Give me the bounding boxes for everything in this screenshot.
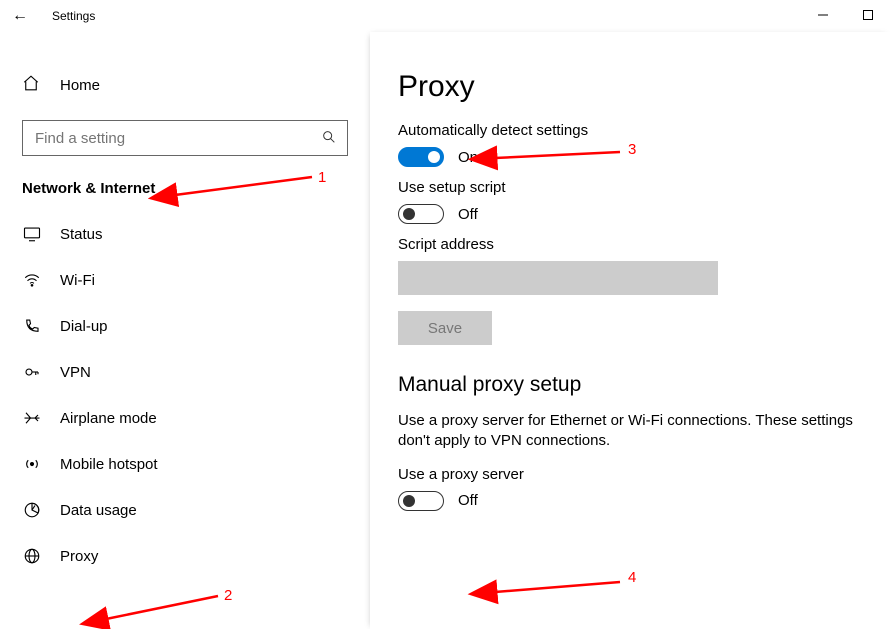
sidebar-item-label: Status bbox=[60, 226, 103, 243]
phone-icon bbox=[22, 317, 42, 335]
search-box[interactable] bbox=[22, 120, 348, 156]
window-controls bbox=[800, 0, 890, 30]
script-address-label: Script address bbox=[398, 236, 862, 253]
globe-icon bbox=[22, 547, 42, 565]
maximize-button[interactable] bbox=[845, 0, 890, 30]
sidebar-item-label: Proxy bbox=[60, 548, 98, 565]
gauge-icon bbox=[22, 501, 42, 519]
home-icon bbox=[22, 74, 42, 97]
manual-heading: Manual proxy setup bbox=[398, 373, 862, 397]
home-link[interactable]: Home bbox=[0, 64, 370, 106]
sidebar-item-dialup[interactable]: Dial-up bbox=[0, 303, 370, 349]
wifi-icon bbox=[22, 271, 42, 289]
use-proxy-label: Use a proxy server bbox=[398, 466, 862, 483]
save-button[interactable]: Save bbox=[398, 311, 492, 345]
sidebar-item-datausage[interactable]: Data usage bbox=[0, 487, 370, 533]
content-pane: Proxy Automatically detect settings On U… bbox=[370, 32, 890, 629]
setup-script-toggle[interactable] bbox=[398, 204, 444, 224]
home-label: Home bbox=[60, 77, 100, 94]
search-icon bbox=[321, 129, 337, 148]
manual-description: Use a proxy server for Ethernet or Wi-Fi… bbox=[398, 411, 862, 452]
use-proxy-toggle[interactable] bbox=[398, 491, 444, 511]
sidebar-item-label: Wi-Fi bbox=[60, 272, 95, 289]
minimize-button[interactable] bbox=[800, 0, 845, 30]
airplane-icon bbox=[22, 409, 42, 427]
sidebar-item-status[interactable]: Status bbox=[0, 211, 370, 257]
sidebar-item-label: VPN bbox=[60, 364, 91, 381]
category-heading: Network & Internet bbox=[0, 174, 370, 211]
script-address-input[interactable] bbox=[398, 261, 718, 295]
sidebar-item-vpn[interactable]: VPN bbox=[0, 349, 370, 395]
back-button[interactable]: ← bbox=[4, 0, 36, 32]
window-title: Settings bbox=[52, 9, 95, 23]
lock-icon bbox=[22, 363, 42, 381]
sidebar-item-hotspot[interactable]: Mobile hotspot bbox=[0, 441, 370, 487]
sidebar: Home Network & Internet Status Wi-Fi Dia… bbox=[0, 32, 370, 629]
monitor-icon bbox=[22, 225, 42, 243]
setup-script-label: Use setup script bbox=[398, 179, 862, 196]
auto-detect-toggle[interactable] bbox=[398, 147, 444, 167]
sidebar-item-label: Dial-up bbox=[60, 318, 108, 335]
sidebar-item-label: Mobile hotspot bbox=[60, 456, 158, 473]
sidebar-item-proxy[interactable]: Proxy bbox=[0, 533, 370, 579]
auto-detect-state: On bbox=[458, 149, 478, 166]
use-proxy-state: Off bbox=[458, 492, 478, 509]
setup-script-state: Off bbox=[458, 206, 478, 223]
hotspot-icon bbox=[22, 455, 42, 473]
sidebar-item-label: Data usage bbox=[60, 502, 137, 519]
sidebar-item-wifi[interactable]: Wi-Fi bbox=[0, 257, 370, 303]
auto-detect-label: Automatically detect settings bbox=[398, 122, 862, 139]
page-title: Proxy bbox=[398, 70, 862, 104]
search-input[interactable] bbox=[33, 129, 321, 148]
titlebar: ← Settings bbox=[0, 0, 890, 32]
sidebar-item-airplane[interactable]: Airplane mode bbox=[0, 395, 370, 441]
sidebar-item-label: Airplane mode bbox=[60, 410, 157, 427]
